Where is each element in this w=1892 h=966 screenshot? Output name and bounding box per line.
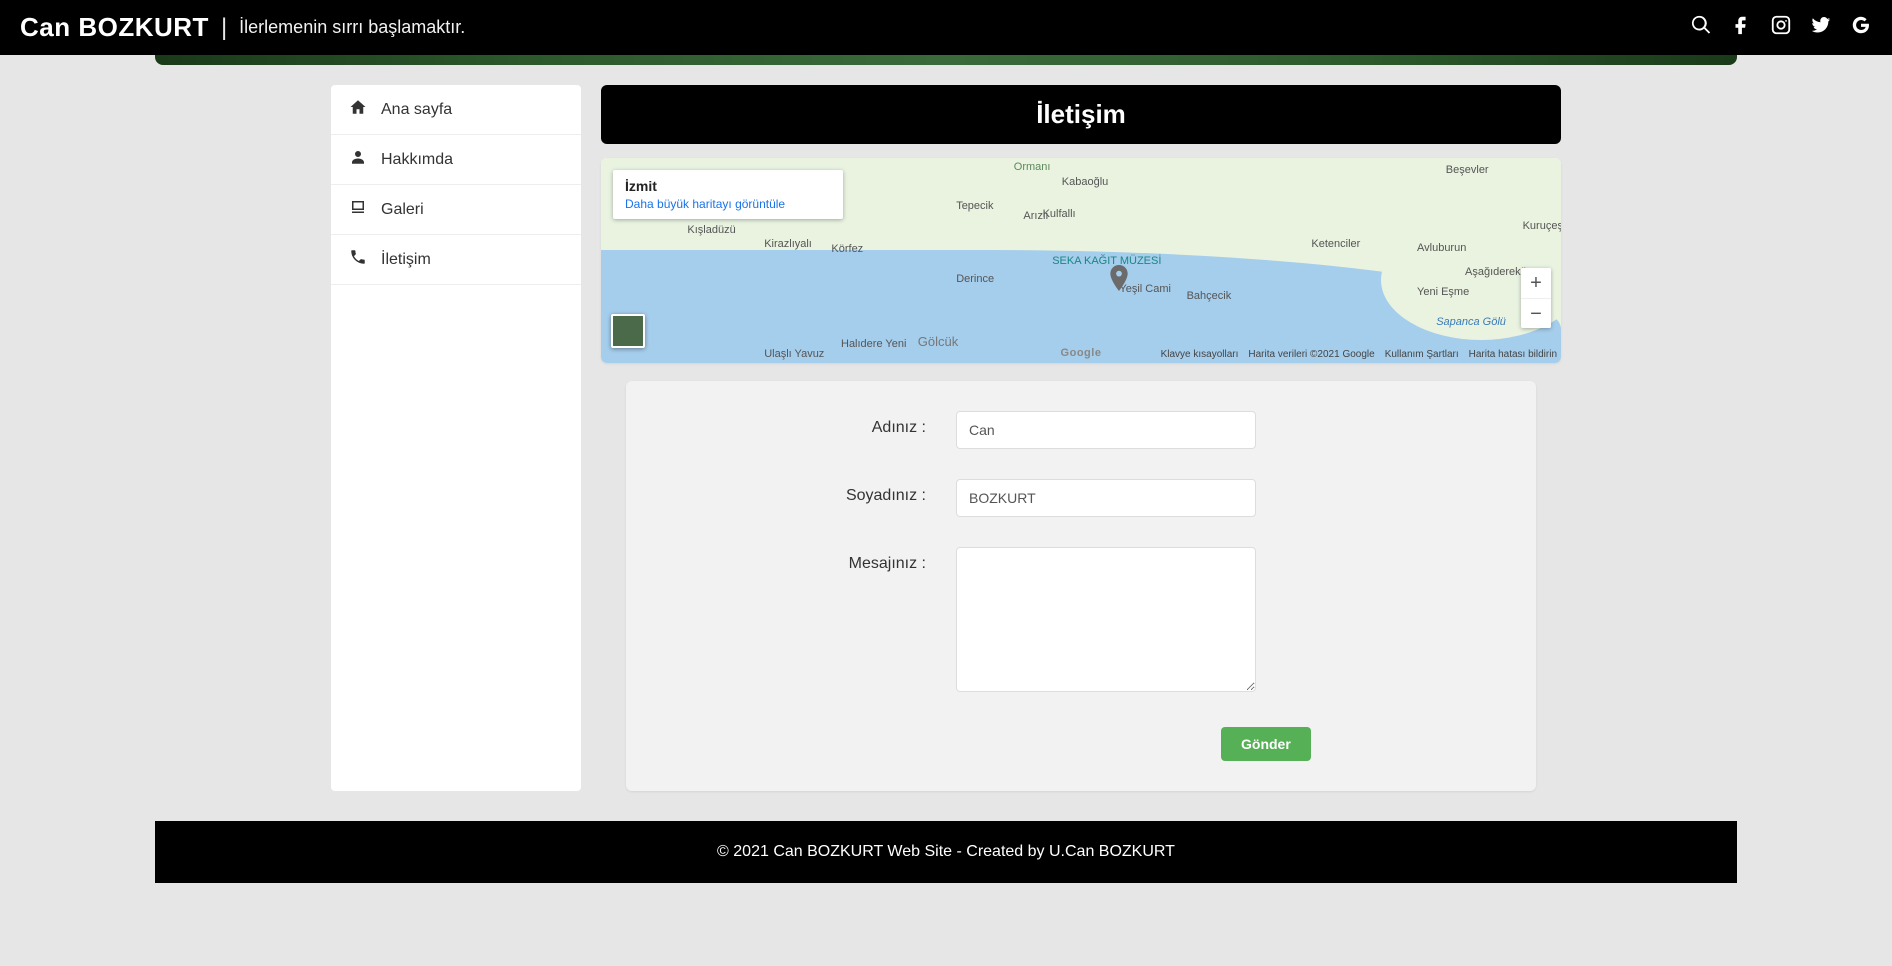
page-title: İletişim xyxy=(601,85,1561,144)
brand-tagline: İlerlemenin sırrı başlamaktır. xyxy=(239,17,465,38)
form-row-message: Mesajınız : xyxy=(666,547,1496,697)
map-info-box: İzmit Daha büyük haritayı görüntüle xyxy=(613,170,843,219)
map-place-label: Bahçecik xyxy=(1187,290,1232,302)
map-place-label: Avluburun xyxy=(1417,242,1466,254)
name-input[interactable] xyxy=(956,411,1256,449)
facebook-icon[interactable] xyxy=(1730,14,1752,41)
search-icon[interactable] xyxy=(1690,14,1712,41)
map-place-label: Kuruçeşme xyxy=(1523,220,1561,232)
map-place-label: Ormanı xyxy=(1014,161,1051,173)
message-textarea[interactable] xyxy=(956,547,1256,692)
map-data-label: Harita verileri ©2021 Google xyxy=(1248,349,1374,360)
main-column: İletişim Ormanı Kabaoğlu Beşevler Hereke… xyxy=(601,85,1561,791)
gallery-icon xyxy=(349,198,367,221)
map-zoom-controls: + − xyxy=(1521,268,1551,328)
map-view-larger-link[interactable]: Daha büyük haritayı görüntüle xyxy=(625,197,831,211)
map-attribution: Klavye kısayolları Harita verileri ©2021… xyxy=(1161,349,1557,360)
twitter-icon[interactable] xyxy=(1810,14,1832,41)
map-keyboard-shortcuts-link[interactable]: Klavye kısayolları xyxy=(1161,349,1239,360)
contact-form: Adınız : Soyadınız : Mesajınız : Gönder xyxy=(626,381,1536,791)
map-place-label: Ketenciler xyxy=(1311,238,1360,250)
sidebar-item-label: İletişim xyxy=(381,251,431,269)
sidebar-item-contact[interactable]: İletişim xyxy=(331,235,581,285)
sidebar-item-home[interactable]: Ana sayfa xyxy=(331,85,581,135)
surname-label: Soyadınız : xyxy=(666,479,956,505)
google-icon[interactable] xyxy=(1850,14,1872,41)
map-zoom-out-button[interactable]: − xyxy=(1521,298,1551,328)
map-place-label: Halıdere Yeni xyxy=(841,338,906,350)
footer-text: © 2021 Can BOZKURT Web Site - Created by… xyxy=(717,843,1175,860)
map-marker-icon xyxy=(1110,265,1128,283)
sidebar-item-about[interactable]: Hakkımda xyxy=(331,135,581,185)
form-row-name: Adınız : xyxy=(666,411,1496,449)
brand-name[interactable]: Can BOZKURT xyxy=(20,12,209,43)
topbar-left: Can BOZKURT | İlerlemenin sırrı başlamak… xyxy=(20,12,465,43)
map-place-label: Kışladüzü xyxy=(687,224,735,236)
footer: © 2021 Can BOZKURT Web Site - Created by… xyxy=(155,821,1737,883)
map-place-title: İzmit xyxy=(625,178,831,194)
map-place-label: Tepecik xyxy=(956,200,993,212)
map-place-label: Yeni Eşme xyxy=(1417,286,1469,298)
map-place-label: Beşevler xyxy=(1446,164,1489,176)
brand-separator: | xyxy=(221,14,227,42)
content-area: Ana sayfa Hakkımda Galeri İletişim İleti… xyxy=(331,85,1561,791)
map-place-label: Kulfallı xyxy=(1043,208,1076,220)
map-place-label: Sapanca Gölü xyxy=(1436,316,1506,328)
sidebar-item-label: Hakkımda xyxy=(381,151,453,169)
form-actions: Gönder xyxy=(666,727,1496,761)
instagram-icon[interactable] xyxy=(1770,14,1792,41)
map-place-label: Derince xyxy=(956,273,994,285)
map-terms-link[interactable]: Kullanım Şartları xyxy=(1385,349,1459,360)
user-icon xyxy=(349,148,367,171)
map-place-label: Ulaşlı Yavuz xyxy=(764,348,824,360)
map-report-link[interactable]: Harita hatası bildirin xyxy=(1469,349,1557,360)
topbar-social-icons xyxy=(1690,14,1872,41)
name-label: Adınız : xyxy=(666,411,956,437)
phone-icon xyxy=(349,248,367,271)
map-satellite-toggle[interactable] xyxy=(611,314,645,348)
surname-input[interactable] xyxy=(956,479,1256,517)
map-poi-label: SEKA KAĞIT MÜZESİ xyxy=(1052,255,1161,267)
sidebar-item-label: Ana sayfa xyxy=(381,101,452,119)
message-label: Mesajınız : xyxy=(666,547,956,573)
sidebar-item-gallery[interactable]: Galeri xyxy=(331,185,581,235)
form-row-surname: Soyadınız : xyxy=(666,479,1496,517)
map-place-label: Kirazlıyalı xyxy=(764,238,812,250)
topbar: Can BOZKURT | İlerlemenin sırrı başlamak… xyxy=(0,0,1892,55)
google-logo: Google xyxy=(1061,347,1102,359)
home-icon xyxy=(349,98,367,121)
map-place-label: Kabaoğlu xyxy=(1062,176,1109,188)
sidebar-item-label: Galeri xyxy=(381,201,424,219)
map-zoom-in-button[interactable]: + xyxy=(1521,268,1551,298)
hero-strip xyxy=(155,55,1737,65)
map-embed[interactable]: Ormanı Kabaoğlu Beşevler Hereke Kışladüz… xyxy=(601,158,1561,363)
map-place-label: Körfez xyxy=(831,243,863,255)
sidebar: Ana sayfa Hakkımda Galeri İletişim xyxy=(331,85,581,791)
map-place-label: Gölcük xyxy=(918,334,958,349)
submit-button[interactable]: Gönder xyxy=(1221,727,1311,761)
